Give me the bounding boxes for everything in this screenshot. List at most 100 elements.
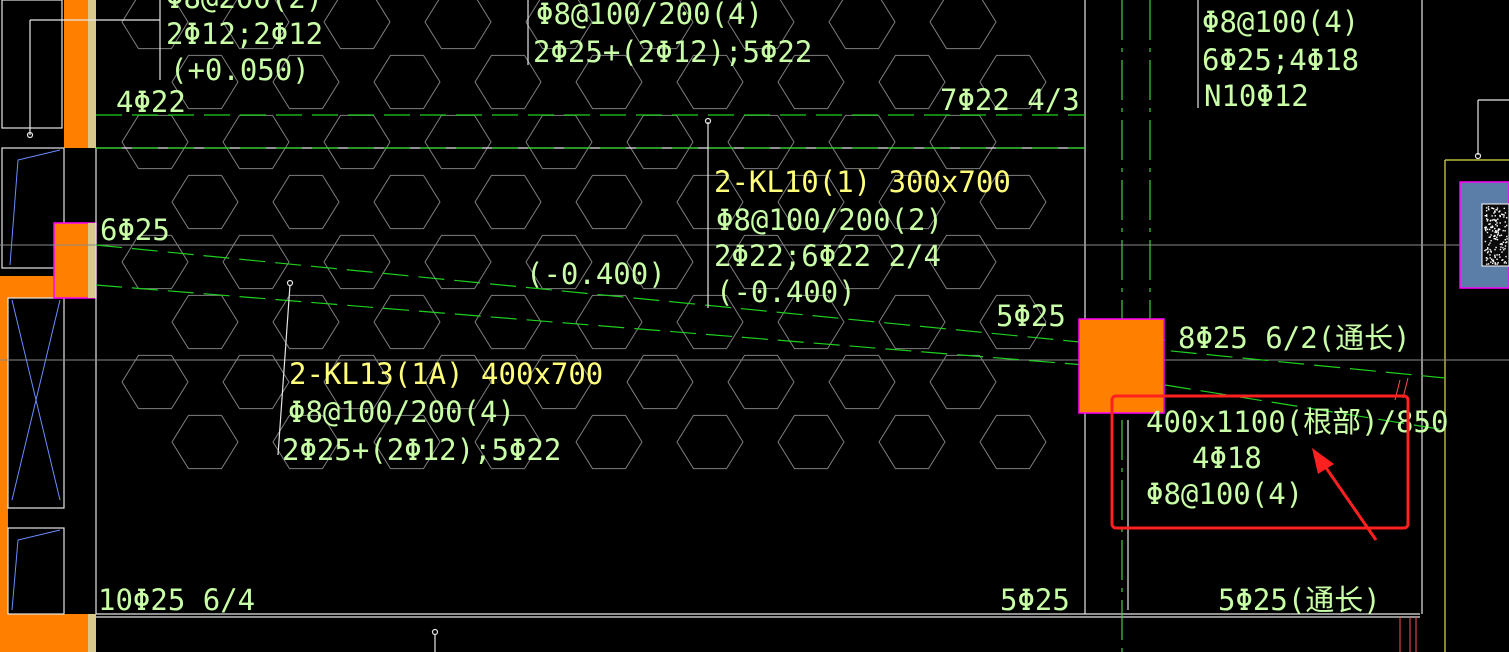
- hatch-dot: [1489, 257, 1491, 259]
- annotations: Φ8@200(2) 2Φ12;2Φ12 (+0.050) Φ8@100/200(…: [98, 0, 1448, 617]
- hatch-dot: [1488, 223, 1490, 225]
- label-kl10-elev: (-0.400): [716, 275, 856, 309]
- hatch-dot: [1499, 248, 1502, 251]
- hatch-dot: [1504, 261, 1506, 263]
- hatch-dot: [1493, 218, 1495, 221]
- hatch-hexagon: [222, 354, 290, 410]
- hatch-hexagon: [272, 174, 340, 230]
- hatch-dot: [1491, 207, 1493, 209]
- hatch-dot: [1502, 213, 1504, 216]
- hatch-dot: [1496, 209, 1498, 211]
- hatch-dot: [1499, 215, 1501, 218]
- hatch-dot: [1503, 214, 1505, 216]
- hatch-dot: [1491, 219, 1494, 221]
- hatch-dot: [1503, 207, 1505, 210]
- label-kl10-name: 2-KL10(1) 300x700: [714, 165, 1011, 199]
- hatch-dot: [1484, 240, 1487, 243]
- hatch-dot: [1485, 207, 1488, 209]
- label-box-stirrup: Φ8@100(4): [1146, 477, 1303, 511]
- hatch-dot: [1506, 238, 1508, 240]
- hatch-dot: [1506, 241, 1508, 243]
- hatch-dot: [1494, 231, 1496, 233]
- hatch-dot: [1503, 216, 1505, 218]
- hatch-dot: [1506, 235, 1508, 238]
- hatch-dot: [1490, 240, 1492, 242]
- label-top-right-1: Φ8@100(4): [1202, 5, 1359, 39]
- hatch-dot: [1495, 220, 1497, 222]
- hatch-dot: [1495, 231, 1497, 234]
- hatch-dot: [1484, 228, 1487, 230]
- hatch-hexagon: [828, 114, 896, 170]
- hatch-dot: [1500, 246, 1502, 248]
- hatch-dot: [1487, 263, 1490, 265]
- hatch-dot: [1501, 251, 1503, 253]
- hatch-dot: [1494, 215, 1496, 217]
- hatch-hexagon: [979, 414, 1047, 470]
- hatch-dot: [1494, 256, 1496, 258]
- hatch-dot: [1494, 262, 1496, 264]
- hatch-dot: [1491, 230, 1494, 232]
- hatch-hexagon: [373, 174, 441, 230]
- label-box-section: 400x1100(根部)/850: [1146, 405, 1448, 439]
- hatch-dot: [1496, 230, 1498, 232]
- label-bottom-left: 10Φ25 6/4: [98, 583, 255, 617]
- hatch-dot: [1493, 212, 1495, 214]
- hatch-hexagon: [575, 174, 643, 230]
- label-top-left-2: 2Φ12;2Φ12: [166, 17, 323, 51]
- hatch-hexagon: [878, 54, 946, 110]
- hatch-hexagon: [525, 114, 593, 170]
- hatch-dot: [1504, 226, 1506, 228]
- hatch-dot: [1485, 226, 1487, 228]
- hatch-dot: [1497, 231, 1499, 233]
- hatch-dot: [1502, 241, 1505, 243]
- hatch-dot: [1498, 254, 1500, 256]
- hatch-dot: [1496, 207, 1499, 209]
- hatch-dot: [1489, 220, 1492, 222]
- hatch-dot: [1488, 228, 1491, 231]
- hatch-dot: [1494, 227, 1496, 230]
- hatch-dot: [1490, 226, 1492, 228]
- hatch-hexagon: [222, 114, 290, 170]
- label-box-rebar: 4Φ18: [1192, 441, 1262, 475]
- hatch-dot: [1502, 247, 1504, 249]
- hatch-dot: [1506, 224, 1508, 227]
- hatch-dot: [1495, 223, 1497, 226]
- hatch-dot: [1506, 217, 1508, 219]
- cad-drawing-canvas[interactable]: Φ8@200(2) 2Φ12;2Φ12 (+0.050) Φ8@100/200(…: [0, 0, 1509, 652]
- hatch-hexagon: [474, 174, 542, 230]
- hatch-dot: [1487, 247, 1489, 249]
- hatch-dot: [1486, 258, 1489, 260]
- hatch-dot: [1486, 231, 1489, 234]
- hatch-dot: [1486, 214, 1488, 216]
- hatch-dot: [1496, 258, 1498, 260]
- hatch-dot: [1504, 230, 1506, 232]
- hatch-dot: [1499, 222, 1501, 224]
- hatch-hexagon: [828, 0, 896, 50]
- hatch-dot: [1486, 252, 1489, 254]
- hatch-dot: [1495, 246, 1497, 249]
- hatch-dot: [1491, 258, 1493, 260]
- hatch-dot: [1494, 211, 1496, 213]
- hatch-dot: [1489, 236, 1491, 238]
- hatch-dot: [1491, 225, 1494, 227]
- hatch-dot: [1496, 254, 1498, 256]
- hatch-dot: [1489, 248, 1491, 251]
- hatch-hexagon: [323, 234, 391, 290]
- label-top-right-2: 6Φ25;4Φ18: [1202, 43, 1359, 77]
- hatch-dot: [1496, 222, 1498, 224]
- hatch-dot: [1502, 229, 1504, 232]
- hatch-dot: [1485, 259, 1488, 262]
- hatch-dot: [1491, 215, 1493, 217]
- hatch-dot: [1498, 211, 1500, 213]
- hatch-hexagon: [575, 294, 643, 350]
- hatch-dot: [1494, 254, 1496, 256]
- hatch-dot: [1490, 234, 1492, 236]
- hatch-dot: [1498, 228, 1500, 230]
- hatch-hexagon: [575, 414, 643, 470]
- hatch-dot: [1494, 238, 1496, 240]
- hatch-dot: [1501, 259, 1503, 261]
- hatch-dot: [1499, 234, 1501, 237]
- label-bottom-right: 5Φ25(通长): [1218, 583, 1381, 617]
- hatch-dot: [1499, 256, 1501, 258]
- hatch-hexagon: [171, 174, 239, 230]
